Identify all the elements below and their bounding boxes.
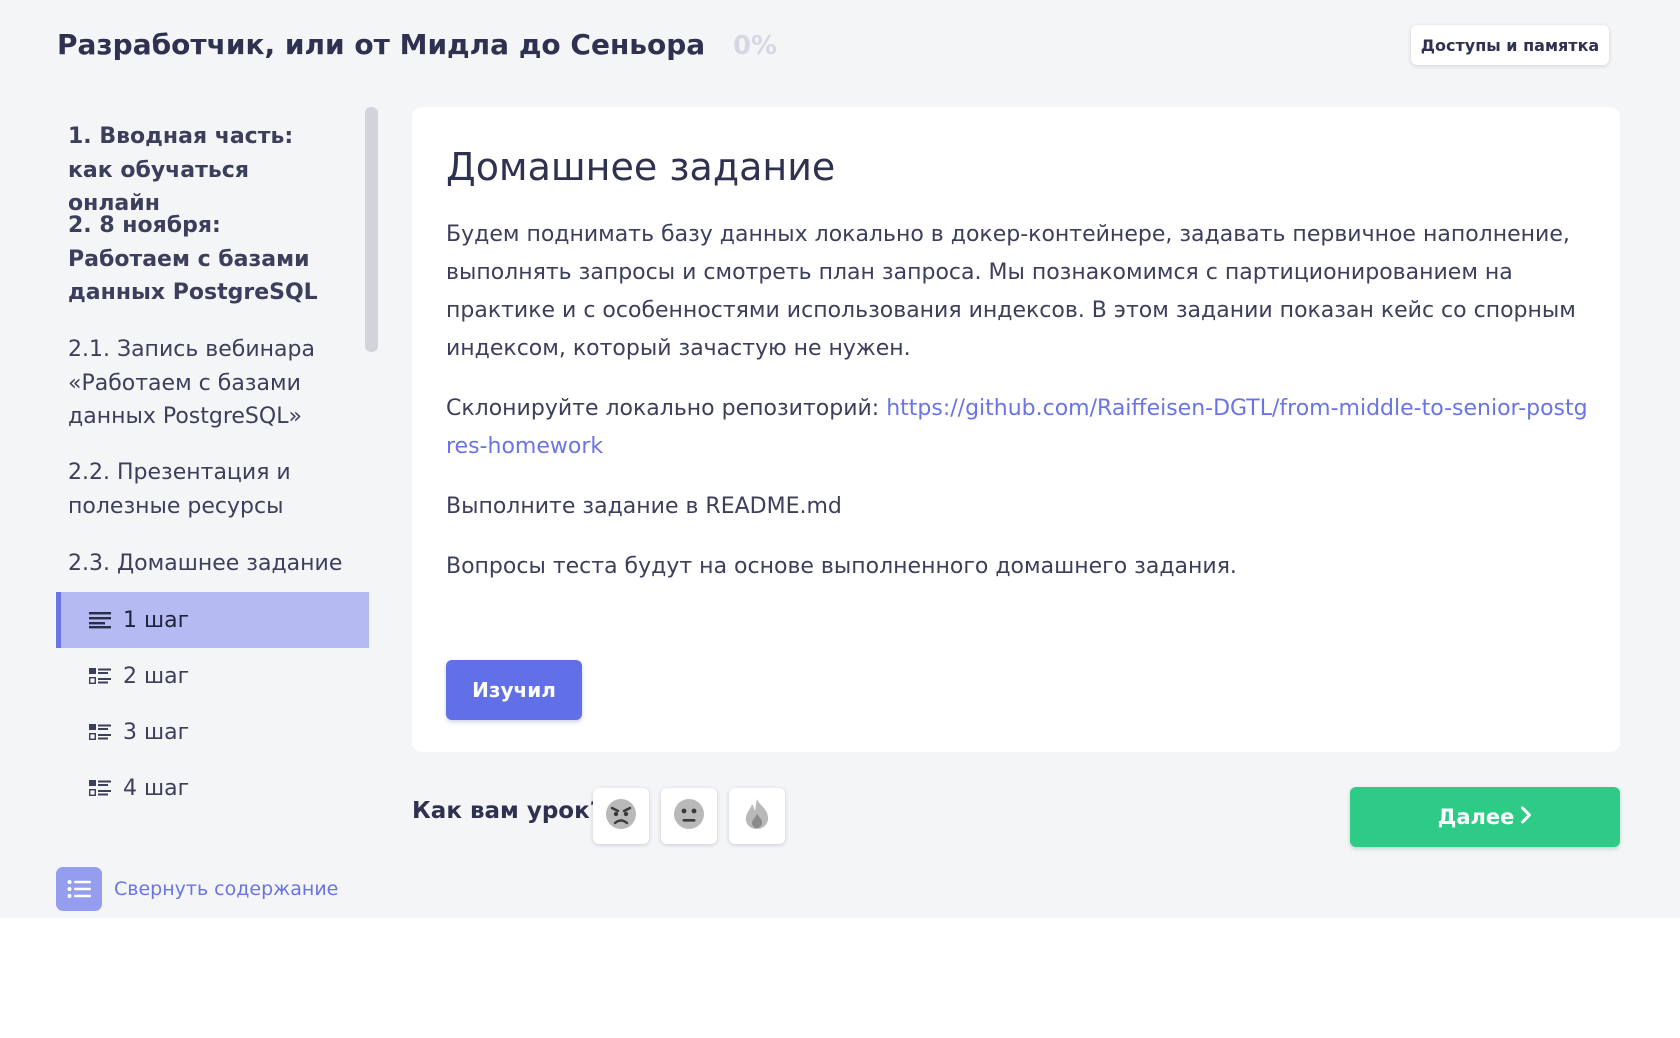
next-button-label: Далее — [1437, 805, 1515, 829]
text-lines-icon — [89, 611, 111, 629]
lesson-paragraph: Вопросы теста будут на основе выполненно… — [446, 554, 1237, 579]
rate-bad-button[interactable] — [593, 788, 649, 844]
sidebar-scrollbar[interactable] — [365, 107, 378, 352]
feedback-question: Как вам урок? — [412, 798, 604, 824]
access-and-memo-button[interactable]: Доступы и памятка — [1411, 25, 1609, 65]
chevron-right-icon — [1520, 805, 1532, 829]
lesson-repo-paragraph: Склонируйте локально репозиторий: https:… — [446, 390, 1596, 466]
studied-button[interactable]: Изучил — [446, 660, 582, 720]
sidebar-step-label: 3 шаг — [123, 719, 190, 745]
sidebar-item-intro[interactable]: 1. Вводная часть: как обучаться онлайн — [68, 120, 343, 221]
collapse-contents-label: Свернуть содержание — [114, 878, 339, 900]
sidebar-item-homework[interactable]: 2.3. Домашнее задание — [68, 547, 343, 581]
course-progress: 0% — [732, 31, 778, 61]
sidebar-item-postgresql-module[interactable]: 2. 8 ноября: Работаем с базами данных Po… — [68, 209, 343, 310]
repo-prefix-text: Склонируйте локально репозиторий: — [446, 396, 887, 421]
angry-face-icon — [604, 797, 638, 835]
sidebar-step-2[interactable]: 2 шаг — [56, 648, 364, 704]
lesson-body: Будем поднимать базу данных локально в д… — [446, 216, 1596, 608]
lesson-title: Домашнее задание — [446, 145, 836, 189]
course-title-text: Разработчик, или от Мидла до Сеньора — [57, 28, 706, 61]
neutral-face-icon — [672, 797, 706, 835]
lesson-paragraph: Выполните задание в README.md — [446, 494, 842, 519]
sidebar-item-webinar-recording[interactable]: 2.1. Запись вебинара «Работаем с базами … — [68, 333, 343, 434]
sidebar-step-label: 2 шаг — [123, 663, 190, 689]
rate-neutral-button[interactable] — [661, 788, 717, 844]
list-icon — [56, 867, 102, 911]
sidebar-step-4[interactable]: 4 шаг — [56, 760, 364, 816]
sidebar-step-1[interactable]: 1 шаг — [56, 592, 369, 648]
sidebar-step-label: 4 шаг — [123, 775, 190, 801]
app-root: Разработчик, или от Мидла до Сеньора 0% … — [0, 0, 1680, 918]
sidebar-step-3[interactable]: 3 шаг — [56, 704, 364, 760]
rate-great-button[interactable] — [729, 788, 785, 844]
checklist-icon — [89, 723, 111, 741]
sidebar-item-presentation[interactable]: 2.2. Презентация и полезные ресурсы — [68, 456, 343, 523]
checklist-icon — [89, 779, 111, 797]
sidebar-step-label: 1 шаг — [123, 607, 190, 633]
lesson-card: Домашнее задание Будем поднимать базу да… — [412, 107, 1620, 752]
lesson-paragraph: Будем поднимать базу данных локально в д… — [446, 222, 1576, 361]
sidebar: 1. Вводная часть: как обучаться онлайн 2… — [56, 107, 369, 807]
course-title: Разработчик, или от Мидла до Сеньора 0% — [57, 28, 777, 61]
collapse-contents-toggle[interactable]: Свернуть содержание — [56, 867, 338, 911]
next-button[interactable]: Далее — [1350, 787, 1620, 847]
fire-icon — [740, 797, 774, 835]
checklist-icon — [89, 667, 111, 685]
